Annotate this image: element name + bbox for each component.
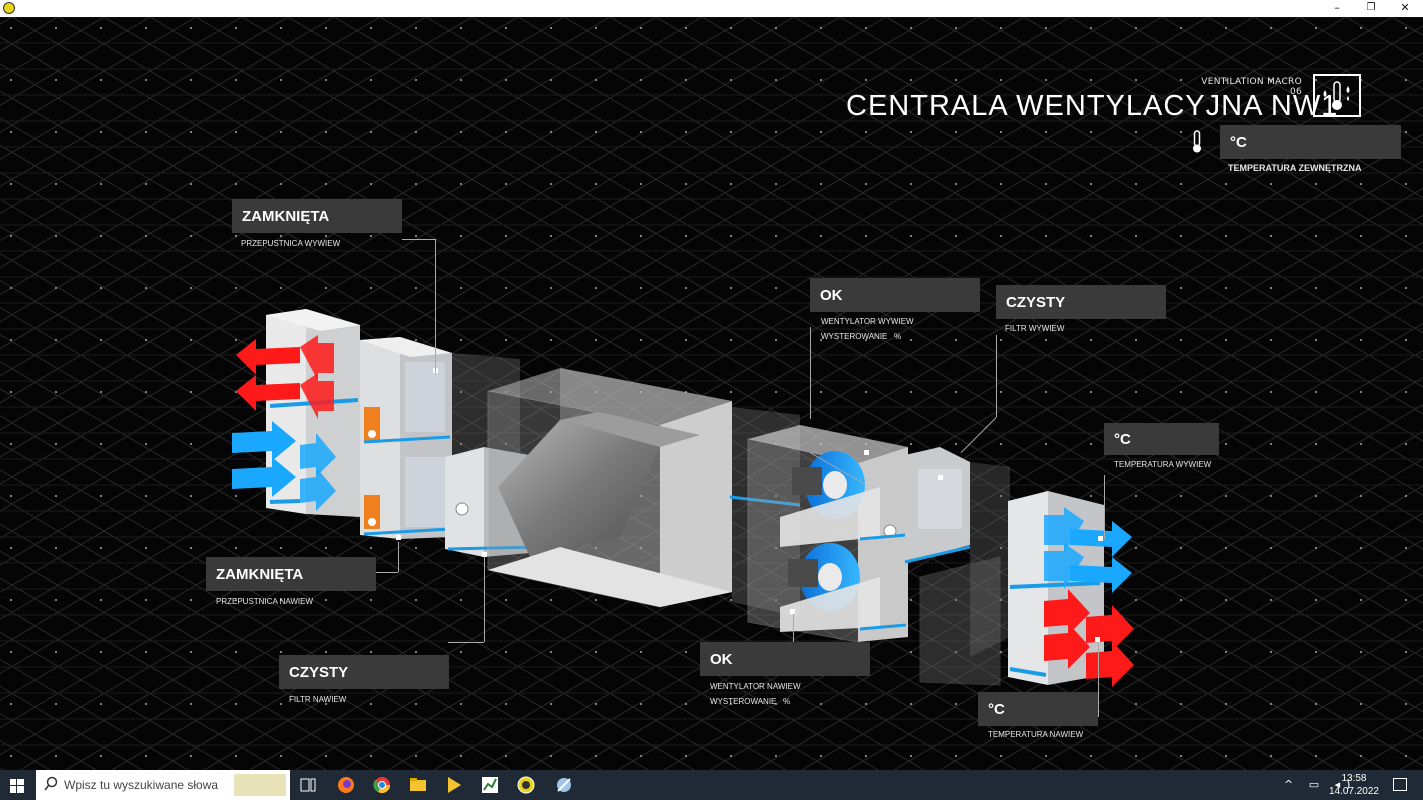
notifications-icon[interactable] bbox=[1393, 778, 1407, 791]
clock-date: 14.07.2022 bbox=[1328, 786, 1379, 797]
outdoor-temperature-label: TEMPERATURA ZEWNĘTRZNA bbox=[1228, 163, 1362, 173]
exhaust-damper-status: ZAMKNIĘTA bbox=[232, 199, 402, 233]
supply-filter-status: CZYSTY bbox=[279, 655, 449, 689]
exhaust-fan-status: OK bbox=[810, 278, 980, 312]
supply-fan-status: OK bbox=[700, 642, 870, 676]
search-icon bbox=[44, 776, 58, 796]
clock-time: 13:58 bbox=[1341, 773, 1367, 784]
task-view-icon[interactable] bbox=[298, 775, 318, 795]
restore-button[interactable]: ❐ bbox=[1354, 0, 1388, 17]
chrome-icon[interactable] bbox=[372, 775, 392, 795]
search-highlight-icon bbox=[234, 774, 286, 796]
file-explorer-icon[interactable] bbox=[408, 775, 428, 795]
outdoor-temperature-value: °C bbox=[1220, 125, 1401, 159]
supply-damper-status: ZAMKNIĘTA bbox=[206, 557, 376, 591]
chart-app-icon[interactable] bbox=[480, 775, 500, 795]
exhaust-fan-label: WENTYLATOR WYWIEW bbox=[821, 317, 914, 326]
exhaust-temperature-label: TEMPERATURA WYWIEW bbox=[1114, 460, 1212, 469]
exhaust-filter-box bbox=[904, 447, 971, 564]
heat-exchanger bbox=[487, 368, 732, 608]
scada-canvas: VENTILATION MACRO 06 CENTRALA WENTYLACYJ… bbox=[0, 17, 1423, 770]
thermometer-icon bbox=[1190, 130, 1204, 154]
scada-app-icon[interactable] bbox=[516, 775, 536, 795]
exhaust-damper-label: PRZEPUSTNICA WYWIEW bbox=[241, 239, 341, 248]
taskbar: Wpisz tu wyszukiwane słowa ^ ▭ ◂) 13:58 … bbox=[0, 770, 1423, 800]
supply-temperature-label: TEMPERATURA NAWIEW bbox=[988, 730, 1084, 739]
windows-start-icon[interactable] bbox=[10, 778, 24, 793]
minimize-button[interactable]: – bbox=[1320, 0, 1354, 17]
exhaust-fan-control: WYSTEROWANIE % bbox=[821, 332, 902, 341]
supply-fan-label: WENTYLATOR NAWIEW bbox=[710, 682, 801, 691]
close-button[interactable]: ✕ bbox=[1388, 0, 1422, 17]
supply-damper-label: PRZEPUSTNICA NAWIEW bbox=[216, 597, 314, 606]
thermometer-droplets-icon[interactable] bbox=[1313, 74, 1361, 117]
damper-section bbox=[360, 337, 452, 539]
taskbar-clock[interactable]: 13:58 14.07.2022 bbox=[1329, 772, 1379, 798]
exhaust-filter-status: CZYSTY bbox=[996, 285, 1166, 319]
page-title: CENTRALA WENTYLACYJNA NW1 bbox=[846, 90, 1339, 122]
firefox-icon[interactable] bbox=[336, 775, 356, 795]
supply-temperature-value: °C bbox=[978, 692, 1098, 726]
supply-filter-label: FILTR NAWIEW bbox=[289, 695, 347, 704]
media-player-icon[interactable] bbox=[444, 775, 464, 795]
app-icon bbox=[3, 2, 15, 14]
taskbar-search-input[interactable]: Wpisz tu wyszukiwane słowa bbox=[36, 770, 290, 800]
exhaust-filter-label: FILTR WYWIEW bbox=[1005, 324, 1065, 333]
search-placeholder: Wpisz tu wyszukiwane słowa bbox=[64, 778, 219, 792]
exhaust-temperature-value: °C bbox=[1104, 423, 1219, 455]
window-titlebar: – ❐ ✕ bbox=[0, 0, 1423, 17]
tool-app-icon[interactable] bbox=[554, 775, 574, 795]
supply-fan-control: WYSTEROWANIE % bbox=[710, 697, 791, 706]
